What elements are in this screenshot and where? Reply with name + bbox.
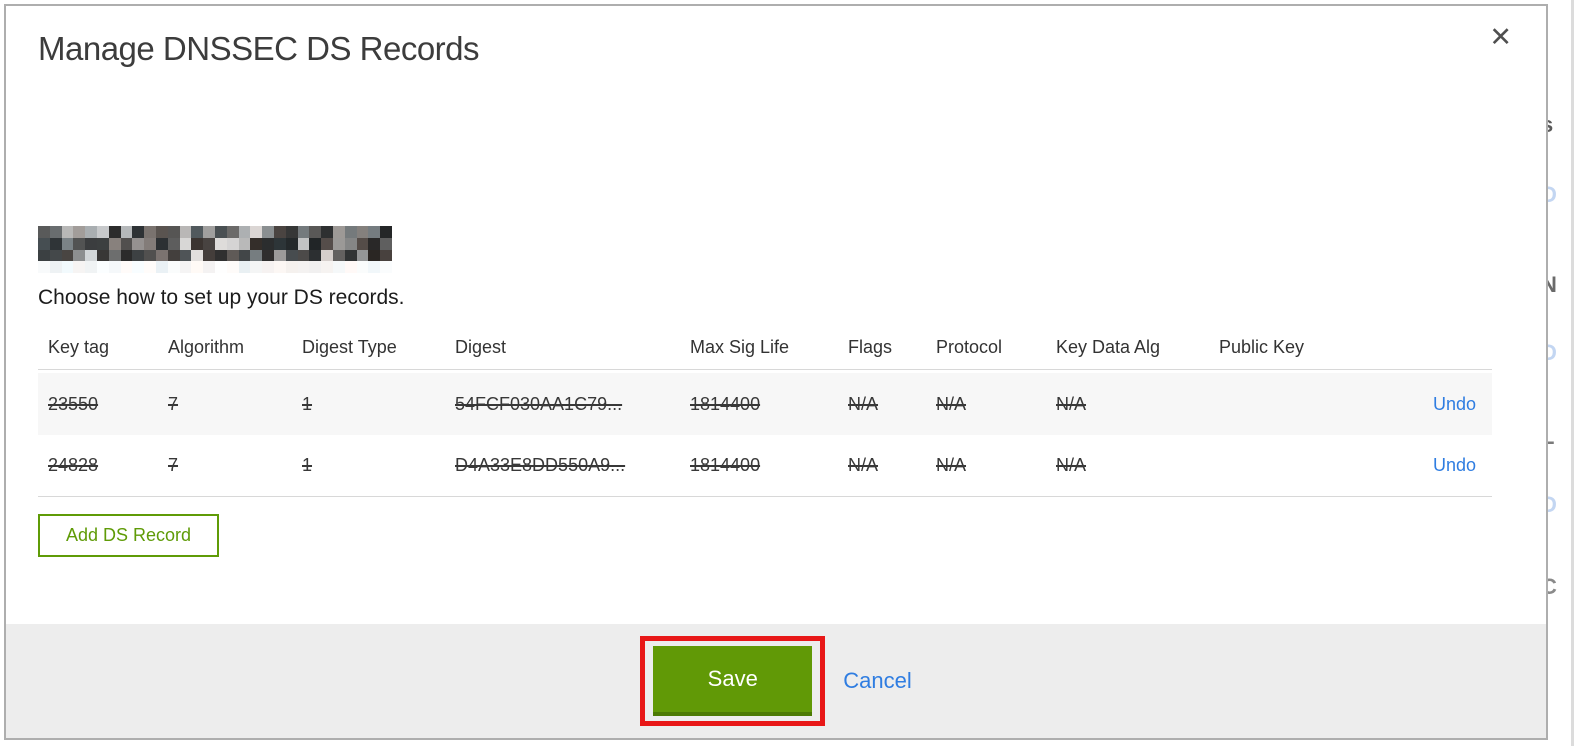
- cell-flags: N/A: [848, 393, 879, 414]
- background-text-fragment: s: [1548, 112, 1553, 138]
- column-header-max-sig-life: Max Sig Life: [690, 337, 790, 357]
- background-text-fragment: D: [1548, 182, 1557, 207]
- cell-flags: N/A: [848, 455, 879, 475]
- dialog-title: Manage DNSSEC DS Records: [38, 30, 480, 67]
- manage-dnssec-dialog: Manage DNSSEC DS Records ✕ Choose how to…: [4, 4, 1548, 740]
- cell-digest: 54FCF030AA1C79...: [455, 393, 623, 414]
- background-text-fragment: C: [1548, 574, 1557, 599]
- column-header-key-data-alg: Key Data Alg: [1056, 337, 1161, 357]
- close-icon[interactable]: ✕: [1489, 24, 1512, 51]
- cell-algorithm: 7: [168, 455, 179, 475]
- column-header-digest: Digest: [455, 337, 507, 357]
- cell-digest-type: 1: [302, 455, 313, 475]
- dialog-footer: Save Cancel: [6, 624, 1546, 738]
- table-header-row: Key tag Algorithm Digest Type Digest Max…: [38, 326, 1492, 370]
- annotation-highlight-box: Save: [640, 636, 826, 726]
- cell-algorithm: 7: [168, 393, 179, 414]
- background-text-fragment: D: [1548, 340, 1557, 365]
- cell-protocol: N/A: [936, 455, 967, 475]
- column-header-digest-type: Digest Type: [302, 337, 397, 357]
- column-header-protocol: Protocol: [936, 337, 1003, 357]
- background-text-fragment: N: [1548, 272, 1557, 297]
- add-ds-record-button[interactable]: Add DS Record: [38, 514, 220, 557]
- column-header-public-key: Public Key: [1219, 337, 1305, 357]
- cell-max-sig-life: 1814400: [690, 455, 761, 475]
- background-page-edge: s D N D L D C: [1548, 0, 1574, 746]
- table-row: 23550 7 1 54FCF030AA1C79... 1814400 N/A …: [38, 373, 1492, 435]
- column-header-flags: Flags: [848, 337, 893, 357]
- cell-digest-type: 1: [302, 393, 313, 414]
- ds-records-table: Key tag Algorithm Digest Type Digest Max…: [38, 326, 1492, 497]
- save-button[interactable]: Save: [653, 646, 813, 716]
- background-text-fragment: L: [1548, 424, 1554, 450]
- background-text-fragment: D: [1548, 492, 1557, 517]
- cell-key-tag: 24828: [48, 455, 99, 475]
- cell-digest: D4A33E8DD550A9...: [455, 455, 626, 475]
- cell-key-data-alg: N/A: [1056, 455, 1087, 475]
- cell-max-sig-life: 1814400: [690, 393, 761, 414]
- column-header-algorithm: Algorithm: [168, 337, 245, 357]
- cell-protocol: N/A: [936, 393, 967, 414]
- column-header-key-tag: Key tag: [48, 337, 110, 357]
- cancel-link[interactable]: Cancel: [843, 668, 911, 694]
- table-row: 24828 7 1 D4A33E8DD550A9... 1814400 N/A …: [38, 435, 1492, 497]
- domain-redacted: [38, 226, 392, 273]
- intro-text: Choose how to set up your DS records.: [38, 286, 405, 309]
- undo-link[interactable]: Undo: [1433, 394, 1476, 414]
- cell-key-data-alg: N/A: [1056, 393, 1087, 414]
- cell-key-tag: 23550: [48, 393, 99, 414]
- undo-link[interactable]: Undo: [1433, 455, 1476, 475]
